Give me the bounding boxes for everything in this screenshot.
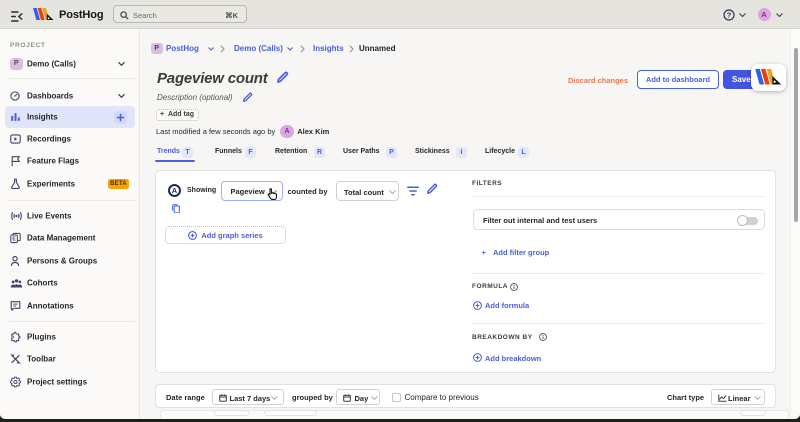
- svg-text:E: E: [12, 236, 16, 242]
- svg-text:?: ?: [726, 11, 731, 20]
